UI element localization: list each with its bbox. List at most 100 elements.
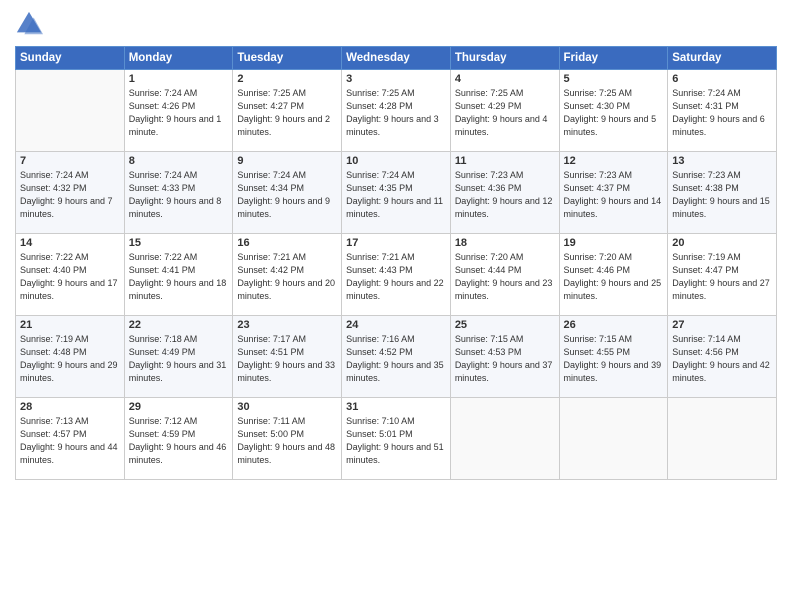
day-info: Sunrise: 7:19 AMSunset: 4:47 PMDaylight:…: [672, 251, 772, 303]
calendar-cell: 17 Sunrise: 7:21 AMSunset: 4:43 PMDayligh…: [342, 234, 451, 316]
day-info: Sunrise: 7:15 AMSunset: 4:53 PMDaylight:…: [455, 333, 555, 385]
day-info: Sunrise: 7:25 AMSunset: 4:27 PMDaylight:…: [237, 87, 337, 139]
day-number: 18: [455, 237, 555, 249]
calendar-cell: 31 Sunrise: 7:10 AMSunset: 5:01 PMDayligh…: [342, 398, 451, 480]
day-info: Sunrise: 7:19 AMSunset: 4:48 PMDaylight:…: [20, 333, 120, 385]
day-number: 24: [346, 319, 446, 331]
day-number: 23: [237, 319, 337, 331]
calendar-cell: 16 Sunrise: 7:21 AMSunset: 4:42 PMDayligh…: [233, 234, 342, 316]
calendar-cell: 6 Sunrise: 7:24 AMSunset: 4:31 PMDaylight…: [668, 70, 777, 152]
day-number: 9: [237, 155, 337, 167]
calendar-cell: 12 Sunrise: 7:23 AMSunset: 4:37 PMDayligh…: [559, 152, 668, 234]
day-info: Sunrise: 7:21 AMSunset: 4:42 PMDaylight:…: [237, 251, 337, 303]
calendar-cell: 19 Sunrise: 7:20 AMSunset: 4:46 PMDayligh…: [559, 234, 668, 316]
day-info: Sunrise: 7:24 AMSunset: 4:32 PMDaylight:…: [20, 169, 120, 221]
calendar-cell: 14 Sunrise: 7:22 AMSunset: 4:40 PMDayligh…: [16, 234, 125, 316]
calendar-cell: 5 Sunrise: 7:25 AMSunset: 4:30 PMDaylight…: [559, 70, 668, 152]
calendar-cell: 22 Sunrise: 7:18 AMSunset: 4:49 PMDayligh…: [124, 316, 233, 398]
day-number: 6: [672, 73, 772, 85]
calendar-cell: 13 Sunrise: 7:23 AMSunset: 4:38 PMDayligh…: [668, 152, 777, 234]
day-info: Sunrise: 7:20 AMSunset: 4:46 PMDaylight:…: [564, 251, 664, 303]
day-info: Sunrise: 7:18 AMSunset: 4:49 PMDaylight:…: [129, 333, 229, 385]
calendar-cell: [450, 398, 559, 480]
calendar-cell: [16, 70, 125, 152]
day-of-week-header: Wednesday: [342, 47, 451, 70]
day-number: 19: [564, 237, 664, 249]
calendar-cell: 20 Sunrise: 7:19 AMSunset: 4:47 PMDayligh…: [668, 234, 777, 316]
calendar-page: SundayMondayTuesdayWednesdayThursdayFrid…: [0, 0, 792, 612]
day-info: Sunrise: 7:23 AMSunset: 4:38 PMDaylight:…: [672, 169, 772, 221]
day-info: Sunrise: 7:11 AMSunset: 5:00 PMDaylight:…: [237, 415, 337, 467]
calendar-cell: 1 Sunrise: 7:24 AMSunset: 4:26 PMDaylight…: [124, 70, 233, 152]
day-info: Sunrise: 7:10 AMSunset: 5:01 PMDaylight:…: [346, 415, 446, 467]
calendar-cell: 2 Sunrise: 7:25 AMSunset: 4:27 PMDaylight…: [233, 70, 342, 152]
page-header: [15, 10, 777, 38]
day-number: 14: [20, 237, 120, 249]
day-number: 16: [237, 237, 337, 249]
day-of-week-header: Thursday: [450, 47, 559, 70]
day-number: 31: [346, 401, 446, 413]
day-info: Sunrise: 7:24 AMSunset: 4:31 PMDaylight:…: [672, 87, 772, 139]
calendar-week-row: 1 Sunrise: 7:24 AMSunset: 4:26 PMDaylight…: [16, 70, 777, 152]
calendar-week-row: 28 Sunrise: 7:13 AMSunset: 4:57 PMDayligh…: [16, 398, 777, 480]
calendar-cell: 3 Sunrise: 7:25 AMSunset: 4:28 PMDaylight…: [342, 70, 451, 152]
day-number: 12: [564, 155, 664, 167]
day-info: Sunrise: 7:22 AMSunset: 4:40 PMDaylight:…: [20, 251, 120, 303]
day-number: 1: [129, 73, 229, 85]
day-number: 10: [346, 155, 446, 167]
day-info: Sunrise: 7:25 AMSunset: 4:30 PMDaylight:…: [564, 87, 664, 139]
day-of-week-header: Friday: [559, 47, 668, 70]
calendar-cell: 18 Sunrise: 7:20 AMSunset: 4:44 PMDayligh…: [450, 234, 559, 316]
calendar-cell: 11Sunrise: 7:23 AMSunset: 4:36 PMDayligh…: [450, 152, 559, 234]
day-of-week-header: Monday: [124, 47, 233, 70]
day-info: Sunrise: 7:24 AMSunset: 4:35 PMDaylight:…: [346, 169, 446, 221]
logo: [15, 10, 45, 38]
calendar-cell: 29Sunrise: 7:12 AMSunset: 4:59 PMDayligh…: [124, 398, 233, 480]
calendar-cell: [668, 398, 777, 480]
calendar-cell: 25 Sunrise: 7:15 AMSunset: 4:53 PMDayligh…: [450, 316, 559, 398]
calendar-table: SundayMondayTuesdayWednesdayThursdayFrid…: [15, 46, 777, 480]
day-of-week-header: Tuesday: [233, 47, 342, 70]
day-number: 11: [455, 155, 555, 167]
day-info: Sunrise: 7:25 AMSunset: 4:28 PMDaylight:…: [346, 87, 446, 139]
calendar-cell: 21Sunrise: 7:19 AMSunset: 4:48 PMDayligh…: [16, 316, 125, 398]
day-number: 28: [20, 401, 120, 413]
day-of-week-header: Sunday: [16, 47, 125, 70]
calendar-header-row: SundayMondayTuesdayWednesdayThursdayFrid…: [16, 47, 777, 70]
calendar-cell: 28 Sunrise: 7:13 AMSunset: 4:57 PMDayligh…: [16, 398, 125, 480]
day-info: Sunrise: 7:23 AMSunset: 4:37 PMDaylight:…: [564, 169, 664, 221]
calendar-cell: 7Sunrise: 7:24 AMSunset: 4:32 PMDaylight…: [16, 152, 125, 234]
day-info: Sunrise: 7:14 AMSunset: 4:56 PMDaylight:…: [672, 333, 772, 385]
day-number: 5: [564, 73, 664, 85]
calendar-cell: 15Sunrise: 7:22 AMSunset: 4:41 PMDayligh…: [124, 234, 233, 316]
day-info: Sunrise: 7:13 AMSunset: 4:57 PMDaylight:…: [20, 415, 120, 467]
day-number: 27: [672, 319, 772, 331]
day-number: 3: [346, 73, 446, 85]
calendar-cell: 4 Sunrise: 7:25 AMSunset: 4:29 PMDaylight…: [450, 70, 559, 152]
day-number: 2: [237, 73, 337, 85]
day-number: 22: [129, 319, 229, 331]
calendar-cell: 26Sunrise: 7:15 AMSunset: 4:55 PMDayligh…: [559, 316, 668, 398]
calendar-cell: 8Sunrise: 7:24 AMSunset: 4:33 PMDaylight…: [124, 152, 233, 234]
calendar-cell: 24 Sunrise: 7:16 AMSunset: 4:52 PMDayligh…: [342, 316, 451, 398]
day-info: Sunrise: 7:25 AMSunset: 4:29 PMDaylight:…: [455, 87, 555, 139]
day-info: Sunrise: 7:21 AMSunset: 4:43 PMDaylight:…: [346, 251, 446, 303]
calendar-week-row: 14 Sunrise: 7:22 AMSunset: 4:40 PMDayligh…: [16, 234, 777, 316]
day-number: 15: [129, 237, 229, 249]
day-number: 17: [346, 237, 446, 249]
day-number: 29: [129, 401, 229, 413]
calendar-cell: 10 Sunrise: 7:24 AMSunset: 4:35 PMDayligh…: [342, 152, 451, 234]
day-info: Sunrise: 7:20 AMSunset: 4:44 PMDaylight:…: [455, 251, 555, 303]
day-info: Sunrise: 7:16 AMSunset: 4:52 PMDaylight:…: [346, 333, 446, 385]
day-number: 20: [672, 237, 772, 249]
calendar-week-row: 7Sunrise: 7:24 AMSunset: 4:32 PMDaylight…: [16, 152, 777, 234]
day-number: 25: [455, 319, 555, 331]
day-number: 13: [672, 155, 772, 167]
day-info: Sunrise: 7:24 AMSunset: 4:34 PMDaylight:…: [237, 169, 337, 221]
day-info: Sunrise: 7:24 AMSunset: 4:33 PMDaylight:…: [129, 169, 229, 221]
calendar-cell: 23Sunrise: 7:17 AMSunset: 4:51 PMDayligh…: [233, 316, 342, 398]
day-number: 4: [455, 73, 555, 85]
day-info: Sunrise: 7:15 AMSunset: 4:55 PMDaylight:…: [564, 333, 664, 385]
calendar-cell: 27 Sunrise: 7:14 AMSunset: 4:56 PMDayligh…: [668, 316, 777, 398]
day-info: Sunrise: 7:24 AMSunset: 4:26 PMDaylight:…: [129, 87, 229, 139]
